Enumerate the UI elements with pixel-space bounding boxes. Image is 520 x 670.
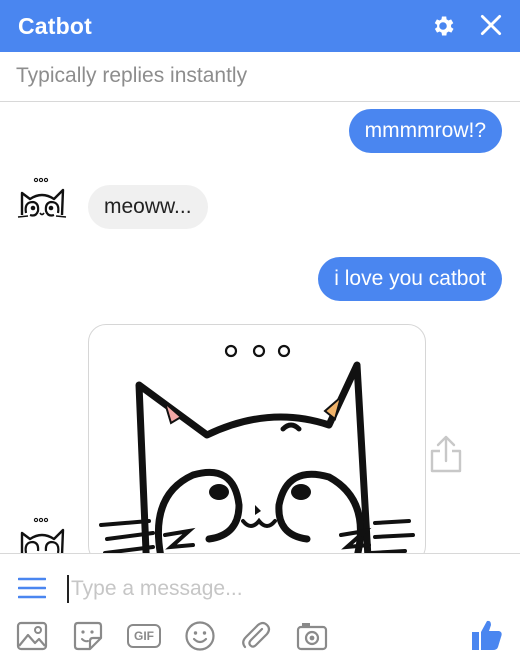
outgoing-message[interactable]: mmmmrow!? (348, 109, 502, 153)
incoming-message[interactable]: meoww... (88, 185, 208, 229)
share-icon[interactable] (428, 433, 464, 475)
message-composer: GIF (0, 554, 520, 670)
message-list[interactable]: mmmmrow!? meoww... i love you catbot (0, 103, 520, 553)
emoji-icon[interactable] (184, 620, 216, 652)
cat-face-image (99, 344, 415, 553)
menu-icon[interactable] (18, 576, 46, 600)
message-input[interactable] (71, 574, 451, 604)
status-bar: Typically replies instantly (0, 52, 520, 102)
outgoing-message[interactable]: i love you catbot (318, 257, 502, 301)
attachment-icon[interactable] (240, 620, 272, 652)
reply-status: Typically replies instantly (16, 64, 248, 87)
gear-icon[interactable] (430, 13, 456, 39)
catbot-avatar (17, 177, 67, 218)
thumbs-up-icon[interactable] (470, 618, 504, 652)
catbot-avatar (20, 517, 65, 553)
chat-title: Catbot (18, 13, 93, 39)
text-cursor (67, 575, 69, 603)
camera-icon[interactable] (296, 620, 328, 652)
sticker-icon[interactable] (72, 620, 104, 652)
gif-icon[interactable]: GIF (127, 624, 161, 648)
close-icon[interactable] (478, 12, 504, 38)
image-icon[interactable] (16, 620, 48, 652)
chat-header: Catbot (0, 0, 520, 52)
image-message[interactable] (88, 324, 426, 553)
